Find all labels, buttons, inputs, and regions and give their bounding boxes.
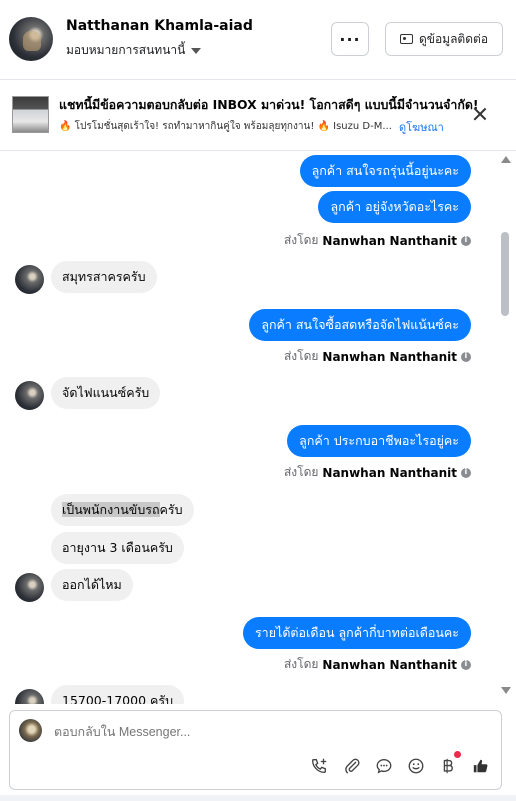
view-contact-info-button[interactable]: ดูข้อมูลติดต่อ bbox=[385, 22, 503, 56]
scrollbar-thumb[interactable] bbox=[501, 232, 509, 316]
outgoing-message[interactable]: ลูกค้า สนใจซื้อสดหรือจัดไฟแน้นซ์คะ bbox=[249, 309, 471, 341]
close-icon[interactable] bbox=[473, 107, 487, 121]
call-add-icon[interactable] bbox=[308, 755, 330, 777]
sent-by-agent: Nanwhan Nanthanit bbox=[322, 657, 457, 672]
ad-title: แชทนี้มีข้อความตอบกลับต่อ INBOX มาด่วน! … bbox=[59, 97, 479, 112]
saved-replies-icon[interactable] bbox=[373, 755, 395, 777]
incoming-message[interactable]: เป็นพนักงานขับรถครับ bbox=[51, 494, 194, 526]
incoming-message[interactable]: สมุทรสาครครับ bbox=[51, 261, 157, 293]
chat-scrollbar[interactable] bbox=[497, 152, 513, 704]
contact-avatar[interactable] bbox=[9, 17, 53, 61]
ad-thumbnail[interactable] bbox=[12, 96, 49, 133]
sent-by-prefix: ส่งโดย bbox=[283, 465, 319, 479]
outgoing-message[interactable]: ลูกค้า ประกบอาชีพอะไรอยู่คะ bbox=[287, 425, 471, 457]
payment-baht-icon[interactable] bbox=[437, 755, 459, 777]
info-icon[interactable] bbox=[461, 467, 471, 478]
reply-composer bbox=[9, 710, 502, 790]
more-options-button[interactable]: ··· bbox=[331, 22, 369, 56]
incoming-message[interactable]: อายุงาน 3 เดือนครับ bbox=[51, 532, 184, 564]
sent-by-agent: Nanwhan Nanthanit bbox=[322, 465, 457, 480]
info-icon[interactable] bbox=[461, 351, 471, 362]
sent-by-label: ส่งโดย Nanwhan Nanthanit bbox=[284, 231, 471, 250]
more-options-icon: ··· bbox=[339, 29, 361, 49]
reply-input[interactable] bbox=[54, 723, 474, 741]
assign-conversation-dropdown[interactable]: มอบหมายการสนทนานี้ bbox=[66, 41, 202, 60]
scroll-down-arrow-icon[interactable] bbox=[501, 687, 511, 694]
sent-by-prefix: ส่งโดย bbox=[283, 349, 319, 363]
sent-by-agent: Nanwhan Nanthanit bbox=[322, 233, 457, 248]
caret-down-icon bbox=[191, 47, 202, 54]
agent-avatar bbox=[19, 719, 42, 742]
outgoing-message[interactable]: รายได้ต่อเดือน ลูกค้ากี่บาทต่อเดือนคะ bbox=[242, 617, 471, 649]
ad-description: 🔥 โปรโมชั่นสุดเร้าใจ! รถทำมาหากินคู่ใจ พ… bbox=[59, 121, 392, 132]
contact-avatar-small bbox=[15, 689, 44, 704]
contact-avatar-small bbox=[15, 265, 44, 294]
view-contact-info-label: ดูข้อมูลติดต่อ bbox=[418, 31, 489, 46]
bottom-edge bbox=[0, 795, 516, 801]
contact-avatar-small bbox=[15, 573, 44, 602]
incoming-message[interactable]: ออกได้ไหม bbox=[51, 569, 133, 601]
info-icon[interactable] bbox=[461, 659, 471, 670]
message-thread[interactable]: ลูกค้า สนใจรถรุ่นนี้อยู่นะคะ ลูกค้า อยู่… bbox=[0, 152, 516, 704]
sent-by-prefix: ส่งโดย bbox=[283, 657, 319, 671]
info-icon[interactable] bbox=[461, 235, 471, 246]
thumbs-up-icon[interactable] bbox=[470, 755, 492, 777]
scroll-up-arrow-icon[interactable] bbox=[501, 156, 511, 163]
contact-card-icon bbox=[399, 34, 413, 44]
sent-by-prefix: ส่งโดย bbox=[283, 233, 319, 247]
outgoing-message[interactable]: ลูกค้า อยู่จังหวัดอะไรคะ bbox=[318, 191, 471, 223]
incoming-message[interactable]: 15700-17000 ครับ bbox=[51, 685, 185, 704]
incoming-message[interactable]: จัดไฟแนนซ์ครับ bbox=[51, 377, 161, 409]
outgoing-message[interactable]: ลูกค้า สนใจรถรุ่นนี้อยู่นะคะ bbox=[299, 155, 471, 187]
notification-dot bbox=[454, 751, 461, 758]
attachment-icon[interactable] bbox=[341, 755, 363, 777]
sent-by-label: ส่งโดย Nanwhan Nanthanit bbox=[284, 655, 471, 674]
sent-by-agent: Nanwhan Nanthanit bbox=[322, 349, 457, 364]
selected-text: เป็นพนักงานขับรถ bbox=[62, 502, 160, 517]
assign-conversation-label: มอบหมายการสนทนานี้ bbox=[66, 43, 186, 57]
ad-context-banner: แชทนี้มีข้อความตอบกลับต่อ INBOX มาด่วน! … bbox=[0, 81, 516, 151]
contact-avatar-small bbox=[15, 381, 44, 410]
conversation-header: Natthanan Khamla-aiad มอบหมายการสนทนานี้… bbox=[0, 0, 516, 80]
message-text: ครับ bbox=[159, 502, 183, 517]
view-ad-link[interactable]: ดูโฆษณา bbox=[399, 118, 444, 136]
sent-by-label: ส่งโดย Nanwhan Nanthanit bbox=[284, 463, 471, 482]
contact-name[interactable]: Natthanan Khamla-aiad bbox=[66, 18, 253, 34]
sent-by-label: ส่งโดย Nanwhan Nanthanit bbox=[284, 347, 471, 366]
emoji-icon[interactable] bbox=[405, 755, 427, 777]
